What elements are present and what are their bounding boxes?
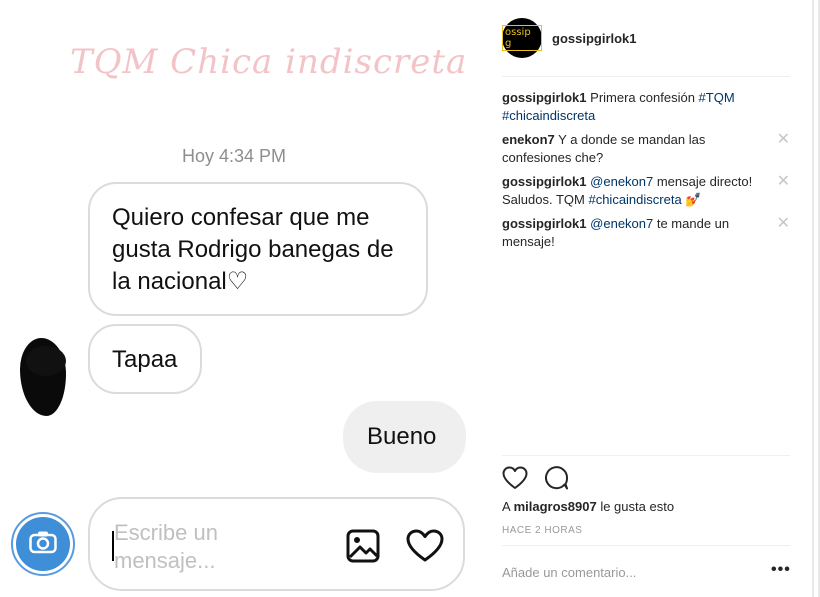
incoming-message-bubble: Quiero confesar que me gusta Rodrigo ban… [88, 182, 428, 316]
post-actions [502, 466, 586, 495]
comment-link[interactable]: @enekon7 [590, 174, 653, 189]
watermark-text: TQM Chica indiscreta [70, 42, 468, 82]
likes-prefix: A [502, 499, 510, 514]
message-timestamp: Hoy 4:34 PM [182, 146, 287, 166]
comment-link[interactable]: #chicaindiscreta [588, 192, 681, 207]
comment-text: Primera confesión [590, 90, 699, 105]
outgoing-message-bubble: Bueno [343, 401, 466, 473]
scrollbar-thumb[interactable] [814, 0, 818, 597]
incoming-message-bubble: Tapaa [88, 324, 202, 394]
comment-item: enekon7 Y a donde se mandan las confesio… [502, 131, 790, 167]
post-time-ago: HACE 2 HORAS [502, 525, 583, 536]
comments-list: gossipgirlok1 Primera confesión #TQM #ch… [502, 89, 790, 257]
likes-suffix: le gusta esto [600, 499, 675, 514]
censored-avatar [20, 338, 66, 416]
heart-outline-icon[interactable] [502, 466, 544, 495]
comment-link[interactable]: @enekon7 [590, 216, 653, 231]
delete-comment-icon[interactable]: ✕ [777, 173, 790, 191]
avatar-logo-text: ossip g [502, 25, 542, 51]
heart-icon [406, 529, 444, 568]
delete-comment-icon[interactable]: ✕ [777, 131, 790, 149]
comment-username[interactable]: gossipgirlok1 [502, 174, 587, 189]
comment-item: gossipgirlok1 Primera confesión #TQM #ch… [502, 89, 790, 125]
composer-placeholder: Escribe un mensaje... [114, 520, 218, 573]
camera-button [11, 512, 75, 576]
comment-username[interactable]: gossipgirlok1 [502, 216, 587, 231]
header-divider [502, 76, 790, 77]
comment-text: 💅 [681, 192, 702, 207]
comment-item: gossipgirlok1 @enekon7 te mande un mensa… [502, 215, 790, 251]
post-image: TQM Chica indiscreta Hoy 4:34 PM Quiero … [0, 0, 487, 597]
camera-icon [29, 530, 57, 559]
scrollbar[interactable] [812, 0, 820, 597]
message-composer: Escribe un mensaje... [88, 497, 465, 591]
likes-line: A milagros8907 le gusta esto [502, 499, 674, 514]
actions-divider [502, 455, 790, 456]
comment-username[interactable]: gossipgirlok1 [502, 90, 587, 105]
comment-username[interactable]: enekon7 [502, 132, 555, 147]
comment-link[interactable]: #chicaindiscreta [502, 108, 595, 123]
profile-username[interactable]: gossipgirlok1 [552, 31, 637, 46]
image-gallery-icon [346, 529, 380, 568]
post-header: ossip g gossipgirlok1 [502, 18, 637, 58]
likes-user-link[interactable]: milagros8907 [514, 499, 597, 514]
comment-item: gossipgirlok1 @enekon7 mensaje directo! … [502, 173, 790, 209]
profile-avatar[interactable]: ossip g [502, 18, 542, 58]
delete-comment-icon[interactable]: ✕ [777, 215, 790, 233]
more-options-icon[interactable]: ••• [771, 561, 791, 579]
comment-link[interactable]: #TQM [699, 90, 735, 105]
speech-bubble-icon[interactable] [544, 466, 586, 495]
add-comment-input[interactable]: Añade un comentario... [502, 565, 636, 580]
comment-input-divider [502, 545, 790, 546]
post-sidebar: ossip g gossipgirlok1 gossipgirlok1 Prim… [487, 0, 812, 597]
